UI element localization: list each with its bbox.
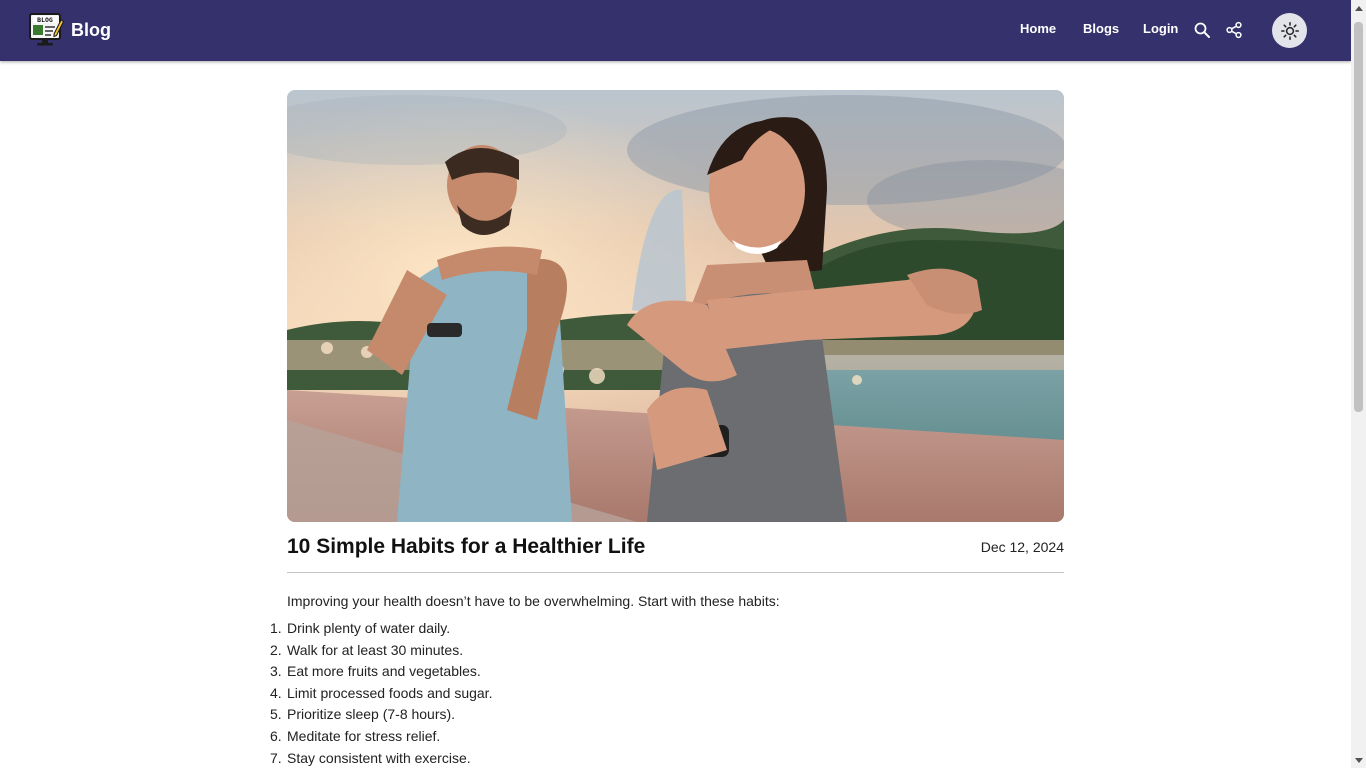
blog-logo-icon: BLOG: [29, 13, 64, 46]
top-navbar: BLOG Blog Home Blogs Login: [0, 0, 1351, 61]
list-item: Drink plenty of water daily.: [270, 620, 451, 636]
habits-list: Drink plenty of water daily. Walk for at…: [270, 620, 1064, 768]
hero-image: [287, 90, 1064, 522]
sun-icon: [1280, 21, 1299, 40]
list-item: Meditate for stress relief.: [270, 727, 441, 744]
scrollbar-thumb[interactable]: [1354, 22, 1363, 412]
theme-toggle-button[interactable]: [1272, 13, 1307, 48]
brand-home-link[interactable]: BLOG Blog: [28, 12, 111, 48]
list-item: Eat more fruits and vegetables.: [270, 663, 481, 680]
title-divider: [287, 572, 1064, 573]
nav-blogs-link[interactable]: Blogs: [1083, 21, 1119, 36]
hero-image-illustration: [287, 90, 1064, 522]
article-intro: Improving your health doesn’t have to be…: [287, 593, 780, 609]
page: BLOG Blog Home Blogs Login 10 Simple Hab…: [0, 0, 1351, 768]
article-date: Dec 12, 2024: [980, 539, 1064, 555]
list-item: Limit processed foods and sugar.: [270, 684, 493, 701]
nav-home-link[interactable]: Home: [1020, 21, 1056, 36]
list-item: Prioritize sleep (7-8 hours).: [270, 706, 456, 723]
logo-text: BLOG: [37, 16, 53, 24]
brand-name: Blog: [71, 19, 111, 40]
list-item: Stay consistent with exercise.: [270, 749, 471, 766]
search-icon[interactable]: [1193, 21, 1211, 39]
scroll-down-arrow-icon[interactable]: [1351, 753, 1366, 768]
scroll-up-arrow-icon[interactable]: [1351, 0, 1366, 15]
nav-login-link[interactable]: Login: [1143, 21, 1178, 36]
article-title: 10 Simple Habits for a Healthier Life: [287, 535, 646, 558]
share-icon[interactable]: [1225, 21, 1243, 39]
vertical-scrollbar[interactable]: [1351, 0, 1366, 768]
list-item: Walk for at least 30 minutes.: [270, 641, 464, 658]
